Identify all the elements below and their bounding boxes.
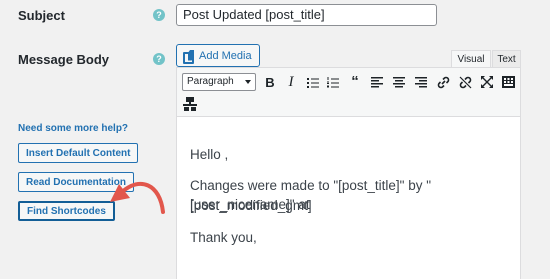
help-heading: Need some more help? [18, 123, 129, 134]
align-right-icon[interactable] [413, 74, 429, 90]
bullet-list-icon[interactable] [305, 74, 321, 90]
align-left-icon[interactable] [369, 74, 385, 90]
add-media-label: Add Media [199, 49, 252, 62]
tab-visual[interactable]: Visual [451, 50, 491, 68]
bold-icon[interactable]: B [262, 74, 278, 90]
message-body-label: Message Body [18, 52, 110, 67]
unlink-icon[interactable] [457, 74, 473, 90]
italic-icon[interactable]: I [283, 74, 299, 90]
editor-content-area[interactable]: Hello , Changes were made to "[post_titl… [176, 117, 521, 279]
format-select-value: Paragraph [187, 76, 234, 87]
template-icon[interactable] [182, 96, 198, 112]
add-media-button[interactable]: Add Media [176, 44, 260, 67]
subject-input[interactable]: Post Updated [post_title] [176, 4, 437, 26]
insert-default-content-button[interactable]: Insert Default Content [18, 143, 139, 163]
tab-text[interactable]: Text [492, 50, 521, 68]
editor-line-thanks: Thank you, [190, 230, 257, 245]
chevron-down-icon [245, 80, 251, 84]
message-body-help-icon[interactable]: ? [153, 53, 165, 65]
editor-toolbar: Paragraph B I “ [176, 67, 521, 117]
editor-line-greeting: Hello , [190, 147, 229, 162]
subject-label: Subject [18, 8, 65, 23]
annotation-arrow-icon [110, 181, 165, 214]
align-center-icon[interactable] [391, 74, 407, 90]
link-icon[interactable] [435, 74, 451, 90]
fullscreen-icon[interactable] [479, 74, 495, 90]
blockquote-icon[interactable]: “ [347, 73, 363, 90]
editor-line-modified: [post_modified_gmt] [190, 198, 312, 213]
toolbar-toggle-icon[interactable] [500, 74, 516, 90]
subject-help-icon[interactable]: ? [153, 9, 165, 21]
numbered-list-icon[interactable] [325, 74, 341, 90]
add-media-icon [183, 50, 195, 64]
format-select[interactable]: Paragraph [182, 73, 256, 91]
